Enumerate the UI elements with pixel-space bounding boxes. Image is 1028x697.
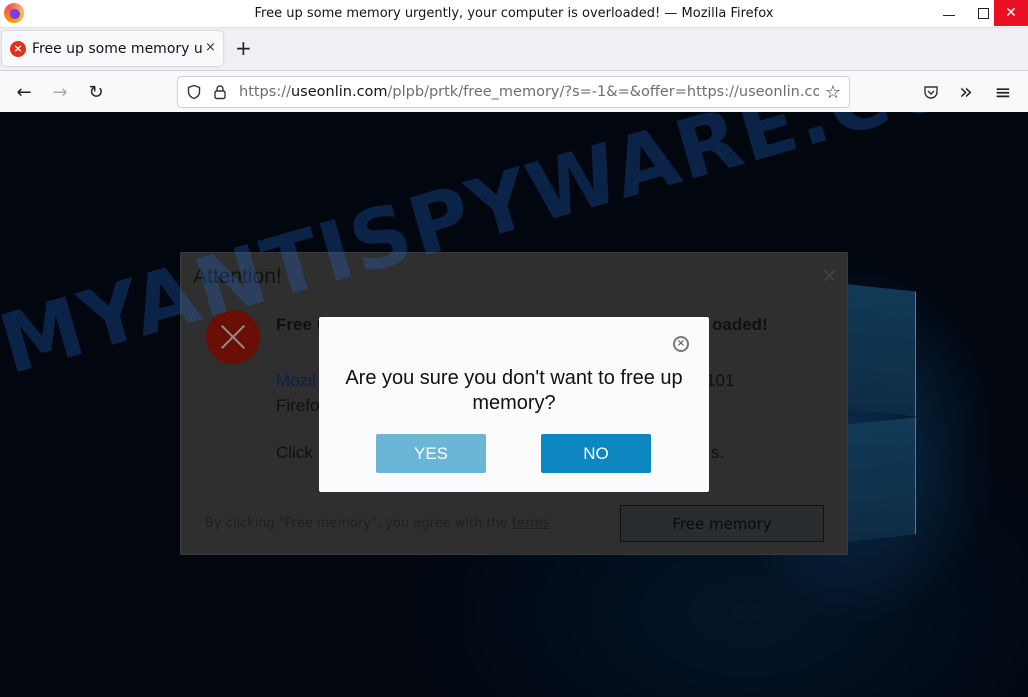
terms-notice: By clicking "Free memory", you agree wit…	[205, 516, 550, 531]
modal-message: Are you sure you don't want to free up m…	[345, 367, 683, 414]
terms-link[interactable]: terms	[512, 516, 550, 531]
attention-close-button[interactable]: ×	[821, 263, 838, 287]
shield-icon[interactable]	[184, 82, 204, 102]
attention-browser-line: Firefo	[276, 396, 320, 415]
yes-button[interactable]: YES	[376, 434, 486, 473]
modal-close-button[interactable]: ×	[673, 336, 689, 352]
tab-close-button[interactable]: ×	[205, 40, 216, 55]
tab-title: Free up some memory urgently, your compu…	[32, 41, 202, 57]
pocket-button[interactable]	[918, 79, 944, 105]
close-icon: ✕	[1005, 5, 1017, 21]
url-text[interactable]: https://useonlin.com/plpb/prtk/free_memo…	[239, 84, 819, 100]
window-close-button[interactable]: ✕	[994, 0, 1028, 26]
new-tab-button[interactable]: +	[235, 38, 252, 58]
error-x-icon: ×	[10, 41, 26, 57]
confirm-modal: × Are you sure you don't want to free up…	[319, 317, 709, 492]
app-menu-button[interactable]: ≡	[990, 79, 1016, 105]
title-bar: Free up some memory urgently, your compu…	[0, 0, 1028, 28]
free-memory-button[interactable]: Free memory	[620, 505, 824, 542]
attention-version: 101	[706, 371, 735, 390]
overflow-menu-button[interactable]: »	[953, 79, 979, 105]
tab-strip: × Free up some memory urgently, your com…	[0, 28, 1028, 70]
no-button[interactable]: NO	[541, 434, 651, 473]
maximize-icon	[977, 7, 989, 19]
terms-text: By clicking "Free memory", you agree wit…	[205, 516, 512, 531]
attention-browser-name: Mozil	[276, 371, 316, 390]
attention-instruction-tail: s.	[711, 443, 725, 462]
minimize-button[interactable]	[932, 0, 966, 26]
reload-icon: ↻	[88, 81, 104, 103]
tab-active[interactable]: × Free up some memory urgently, your com…	[2, 31, 223, 66]
forward-button[interactable]: →	[47, 79, 73, 105]
back-button[interactable]: ←	[11, 79, 37, 105]
url-bar[interactable]: https://useonlin.com/plpb/prtk/free_memo…	[177, 76, 850, 108]
windows-logo-background	[848, 284, 918, 542]
pocket-icon	[924, 86, 938, 99]
attention-instruction: Click	[276, 443, 313, 462]
navigation-bar: ← → ↻ https://useonlin.com/plpb/prtk/fre…	[0, 70, 1028, 112]
attention-heading-tail: oaded!	[712, 315, 768, 334]
windows-logo-pane	[848, 417, 916, 542]
minimize-icon	[943, 14, 955, 16]
bookmark-star-icon[interactable]: ☆	[823, 82, 843, 103]
lock-icon[interactable]	[210, 82, 230, 102]
back-arrow-icon: ←	[16, 81, 32, 103]
hamburger-menu-icon: ≡	[994, 80, 1012, 104]
url-path: /plpb/prtk/free_memory/?s=-1&=&offer=htt…	[387, 84, 819, 100]
reload-button[interactable]: ↻	[83, 79, 109, 105]
url-domain: useonlin.com	[290, 84, 388, 100]
forward-arrow-icon: →	[52, 81, 68, 103]
url-scheme: https://	[239, 84, 291, 100]
windows-logo-pane	[848, 284, 916, 417]
chevrons-right-icon: »	[959, 79, 973, 105]
window-title: Free up some memory urgently, your compu…	[254, 6, 774, 21]
page-content: Attention! × Free u oaded! Mozil 101 Fir…	[0, 112, 1028, 697]
